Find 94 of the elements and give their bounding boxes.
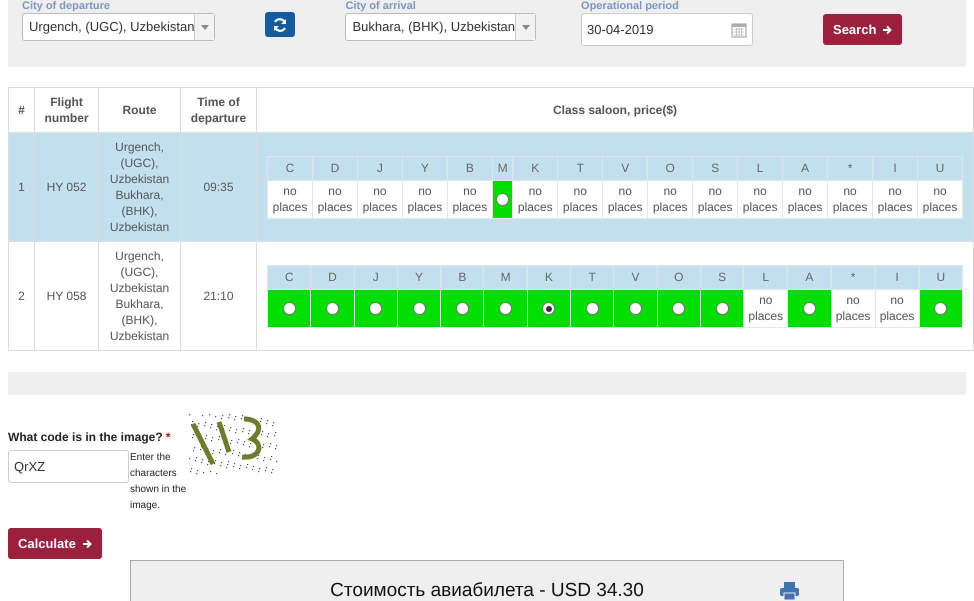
search-button[interactable]: Search: [823, 14, 902, 45]
class-code: L: [744, 265, 788, 289]
class-code: M: [484, 265, 528, 289]
class-code: I: [875, 265, 920, 289]
no-places-cell: no places: [447, 180, 492, 218]
radio-button[interactable]: [282, 302, 296, 316]
class-code: Y: [397, 265, 441, 289]
arrow-right-icon: [882, 24, 892, 34]
caret-icon: [522, 24, 530, 30]
no-places-cell: no places: [828, 180, 873, 218]
class-code: Y: [402, 156, 448, 180]
field-label: City of arrival: [345, 0, 417, 12]
class-code: C: [268, 265, 311, 289]
class-code: O: [648, 156, 693, 180]
no-places-cell: no places: [831, 289, 876, 327]
radio-button[interactable]: [412, 302, 426, 316]
radio-button[interactable]: [456, 302, 469, 316]
radio-button[interactable]: [326, 302, 339, 316]
no-places-cell: no places: [357, 180, 402, 218]
no-places-cell: no places: [268, 180, 312, 218]
class-code: T: [570, 265, 614, 289]
no-places-cell: no places: [402, 180, 448, 218]
radio-button[interactable]: [802, 302, 816, 316]
class-code: S: [692, 156, 738, 180]
hint-text: Enter the characters shown in the image.: [130, 451, 188, 513]
radio-button[interactable]: [672, 302, 686, 316]
class-code: D: [312, 156, 358, 180]
class-code: A: [788, 265, 832, 289]
class-code: B: [447, 156, 492, 180]
print-icon[interactable]: [779, 581, 800, 601]
flight-row[interactable]: 2 HY 058 Urgench, (UGC), Uzbekistan Bukhara, (BHK), Uzbekistan 21:10 C D J Y B M K T V O S L A * I U no places no places no places: [8, 242, 974, 350]
table-cell: Urgench, (UGC), Uzbekistan Bukhara, (BHK), Uzbekistan: [98, 242, 180, 350]
no-places-cell: no places: [692, 180, 738, 218]
select-field[interactable]: Urgench, (UGC), Uzbekistan: [22, 13, 216, 41]
date-field[interactable]: 30-04-2019: [581, 13, 754, 46]
class-code: T: [558, 156, 603, 180]
class-code: C: [268, 156, 312, 180]
class-code: V: [614, 265, 658, 289]
radio-button[interactable]: [586, 302, 599, 316]
arrow-right-icon: [82, 538, 92, 548]
class-code: J: [354, 265, 398, 289]
class-code: I: [872, 156, 918, 180]
table-cell: HY 058: [34, 242, 99, 350]
no-places-cell: no places: [738, 180, 783, 218]
select-field[interactable]: Bukhara, (BHK), Uzbekistan: [345, 13, 536, 41]
required-mark: *: [166, 429, 170, 446]
class-code: A: [782, 156, 828, 180]
swap-button[interactable]: [265, 12, 296, 37]
class-code: B: [440, 265, 484, 289]
calendar-icon: [731, 22, 748, 38]
radio-button[interactable]: [934, 302, 948, 316]
captcha-label: What code is in the image?: [8, 429, 163, 446]
caret-icon: [200, 24, 209, 30]
class-code: *: [828, 156, 873, 180]
radio-button[interactable]: [542, 302, 556, 316]
column-header: #: [8, 88, 35, 132]
radio-button[interactable]: [629, 302, 642, 316]
no-places-cell: no places: [875, 289, 920, 327]
table-cell: 21:10: [180, 242, 256, 350]
column-header: Class saloon, price($): [256, 88, 974, 132]
ticket-price: Стоимость авиабилета - USD 34.30: [330, 579, 644, 601]
no-places-cell: no places: [512, 180, 558, 218]
calculate-button[interactable]: Calculate: [8, 528, 102, 559]
radio-button[interactable]: [369, 302, 382, 316]
class-code: V: [602, 156, 648, 180]
class-code: M: [492, 156, 513, 180]
class-code: U: [918, 156, 962, 180]
table-cell: 1: [8, 132, 35, 242]
class-code: U: [919, 265, 962, 289]
class-code: L: [738, 156, 783, 180]
captcha-input[interactable]: QrXZ: [8, 450, 129, 483]
flight-row[interactable]: [8, 132, 974, 242]
no-places-cell: no places: [602, 180, 648, 218]
class-code: K: [512, 156, 558, 180]
class-code: S: [700, 265, 744, 289]
no-places-cell: no places: [918, 180, 962, 218]
radio-button[interactable]: [496, 193, 510, 206]
class-code: J: [357, 156, 402, 180]
refresh-icon: [272, 16, 288, 32]
class-code: K: [527, 265, 571, 289]
no-places-cell: no places: [782, 180, 828, 218]
class-code: *: [831, 265, 876, 289]
table-cell: 2: [8, 242, 35, 350]
no-places-cell: no places: [558, 180, 603, 218]
no-places-cell: no places: [872, 180, 918, 218]
class-code: D: [310, 265, 354, 289]
radio-button[interactable]: [499, 302, 512, 316]
no-places-cell: no places: [744, 289, 788, 327]
radio-button[interactable]: [716, 302, 729, 316]
field-label: Operational period: [581, 0, 680, 12]
class-code: O: [657, 265, 700, 289]
field-label: City of departure: [22, 0, 112, 12]
no-places-cell: no places: [648, 180, 693, 218]
no-places-cell: no places: [312, 180, 358, 218]
